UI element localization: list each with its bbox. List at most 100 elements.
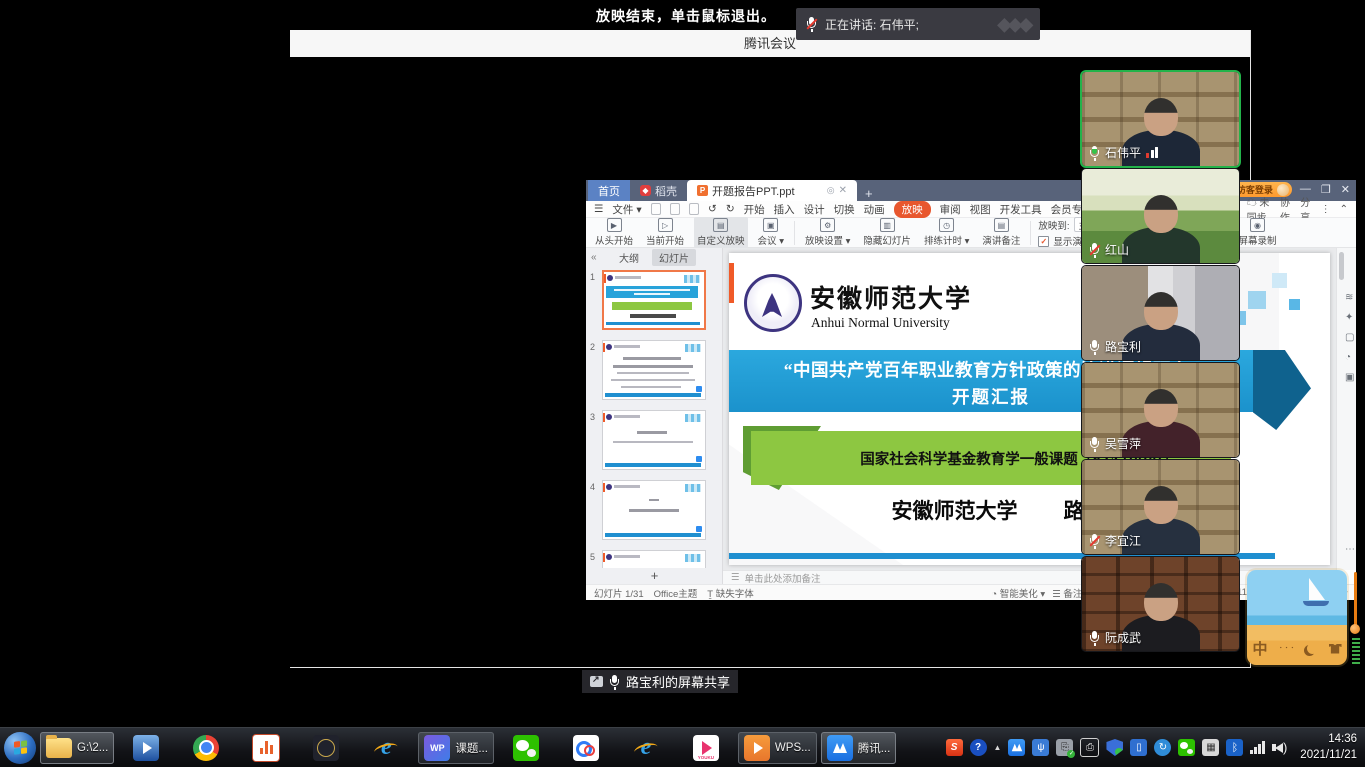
- redo-icon[interactable]: ↻: [726, 203, 735, 215]
- sync-tray-icon[interactable]: ↻: [1154, 739, 1171, 756]
- slide-number: 4: [590, 482, 595, 492]
- pin-icon[interactable]: ◎: [827, 185, 835, 196]
- taskbar-clock[interactable]: 14:36 2021/11/21: [1300, 732, 1357, 763]
- more-icon[interactable]: ⋮: [1321, 204, 1331, 215]
- wechat-tray-icon[interactable]: [1178, 739, 1195, 756]
- security-shield-icon[interactable]: [1106, 739, 1123, 756]
- rehearse-button[interactable]: ◷ 排练计时 ▾: [921, 217, 972, 248]
- tab-document[interactable]: P 开题报告PPT.ppt ◎ ✕: [687, 180, 857, 201]
- taskbar-wmp-button[interactable]: [118, 732, 174, 764]
- custom-show-button[interactable]: ▤ 自定义放映: [694, 217, 748, 248]
- taskbar-wechat-button[interactable]: [498, 732, 554, 764]
- taskbar-netdisk-button[interactable]: [558, 732, 614, 764]
- ime-skin-icon[interactable]: [1329, 644, 1342, 654]
- keyboard-layout-icon[interactable]: ▦: [1202, 739, 1219, 756]
- slide-thumbnail-4[interactable]: [602, 480, 706, 540]
- ime-slider[interactable]: [1352, 572, 1359, 664]
- new-tab-button[interactable]: +: [865, 186, 873, 201]
- hide-slide-button[interactable]: ▥ 隐藏幻灯片: [860, 217, 914, 248]
- taskbar-university-app-button[interactable]: [298, 732, 354, 764]
- participant-video[interactable]: 李宜江: [1082, 460, 1239, 554]
- media-player-icon: [133, 735, 159, 761]
- taskbar-meeting-button[interactable]: 腾讯...: [821, 732, 897, 764]
- menu-devtools[interactable]: 开发工具: [1000, 202, 1042, 217]
- bluetooth-icon[interactable]: ᛒ: [1226, 739, 1243, 756]
- theme-name[interactable]: Office主题: [654, 586, 698, 600]
- layout-icon[interactable]: ▢: [1345, 332, 1354, 343]
- sogou-tray-icon[interactable]: S: [946, 739, 963, 756]
- help-tray-icon[interactable]: ?: [970, 739, 987, 756]
- media-icon[interactable]: ▣: [1345, 372, 1354, 383]
- save-icon[interactable]: [651, 203, 661, 215]
- print-icon[interactable]: [689, 203, 699, 215]
- vertical-scrollbar[interactable]: [1339, 252, 1344, 280]
- add-slide-button[interactable]: +: [586, 568, 723, 584]
- safely-remove-icon[interactable]: ⎘✓: [1056, 739, 1073, 756]
- help-icon[interactable]: ◔: [1345, 352, 1351, 363]
- right-tool-rail: ≋ ✦ ▢ ◔ ▣ ⋯: [1336, 248, 1356, 570]
- presenter-view-checkbox[interactable]: ✓: [1038, 236, 1049, 247]
- usb-tray-icon[interactable]: ψ: [1032, 739, 1049, 756]
- menu-slideshow[interactable]: 放映: [894, 201, 931, 218]
- effects-icon[interactable]: ✦: [1345, 312, 1353, 323]
- taskbar-ie2-button[interactable]: e: [618, 732, 674, 764]
- show-hidden-icons-button[interactable]: ▲: [994, 743, 1002, 752]
- menu-insert[interactable]: 插入: [774, 202, 795, 217]
- play-from-current-button[interactable]: ▷ 当前开始: [643, 217, 687, 248]
- taskbar-powerpoint-button[interactable]: [238, 732, 294, 764]
- slide-thumbnail-2[interactable]: [602, 340, 706, 400]
- hamburger-icon[interactable]: ☰: [594, 203, 603, 215]
- taskbar-ie-button[interactable]: e: [358, 732, 414, 764]
- tab-slides[interactable]: 幻灯片: [652, 249, 696, 266]
- speaker-notes-button[interactable]: ▤ 演讲备注: [979, 217, 1023, 248]
- slide-thumbnail-3[interactable]: [602, 410, 706, 470]
- menu-design[interactable]: 设计: [804, 202, 825, 217]
- properties-icon[interactable]: ≋: [1345, 292, 1353, 303]
- participant-video[interactable]: 阮成武: [1082, 557, 1239, 651]
- participant-video[interactable]: 吴雪萍: [1082, 363, 1239, 457]
- close-tab-icon[interactable]: ✕: [839, 185, 847, 196]
- notes-bar[interactable]: ☰ 单击此处添加备注 ⋯: [723, 570, 1336, 584]
- menu-file[interactable]: 文件 ▾: [612, 202, 641, 217]
- more-tools-icon[interactable]: ⋯: [1345, 544, 1355, 555]
- ime-mode-indicator[interactable]: 中: [1252, 638, 1267, 659]
- menu-transition[interactable]: 切换: [834, 202, 855, 217]
- usb-drive-icon[interactable]: ▯: [1130, 739, 1147, 756]
- menu-review[interactable]: 审阅: [940, 202, 961, 217]
- tab-outline[interactable]: 大纲: [612, 249, 646, 266]
- menu-view[interactable]: 视图: [970, 202, 991, 217]
- start-button[interactable]: [4, 732, 36, 764]
- ime-widget[interactable]: 中 ᛫᛫᛫: [1247, 570, 1347, 665]
- moon-icon[interactable]: [1307, 643, 1318, 654]
- mic-muted-icon: [806, 17, 817, 31]
- meeting-tray-icon[interactable]: [1008, 739, 1025, 756]
- taskbar-wps-presentation-button[interactable]: WP 课题...: [418, 732, 494, 764]
- collapse-panel-icon[interactable]: «: [591, 252, 597, 263]
- device-tray-icon[interactable]: ⎙: [1080, 738, 1099, 757]
- missing-font-warning[interactable]: Ṯ 缺失字体: [707, 586, 753, 600]
- menu-animation[interactable]: 动画: [864, 202, 885, 217]
- participant-video[interactable]: 石伟平: [1082, 72, 1239, 166]
- meeting-button[interactable]: ▣ 会议 ▾: [755, 217, 787, 248]
- meeting-title-bar[interactable]: 腾讯会议: [290, 30, 1250, 57]
- taskbar-chrome-button[interactable]: [178, 732, 234, 764]
- slide-editor[interactable]: 安徽师范大学 Anhui Normal University “中国共产党百年职…: [729, 253, 1330, 565]
- volume-icon[interactable]: ): [1272, 740, 1287, 755]
- show-settings-button[interactable]: ⚙ 放映设置 ▾: [802, 217, 853, 248]
- participant-video[interactable]: 路宝利: [1082, 266, 1239, 360]
- slide-thumbnail-1[interactable]: [602, 270, 706, 330]
- taskbar-wps-button[interactable]: WPS...: [738, 732, 817, 764]
- taskbar-youku-button[interactable]: YOUKU: [678, 732, 734, 764]
- play-from-start-button[interactable]: ▶ 从头开始: [592, 217, 636, 248]
- tab-home[interactable]: 首页: [588, 180, 630, 201]
- participant-video[interactable]: 红山: [1082, 169, 1239, 263]
- tab-docer[interactable]: ◆ 稻壳: [630, 180, 687, 201]
- collapse-ribbon-icon[interactable]: ⌃: [1340, 204, 1348, 215]
- network-signal-icon[interactable]: [1250, 741, 1265, 754]
- menu-start[interactable]: 开始: [744, 202, 765, 217]
- beautify-button[interactable]: ◔ 智能美化 ▾: [991, 586, 1045, 600]
- screen-record-button[interactable]: ◉ 屏幕录制: [1236, 217, 1280, 248]
- taskbar-folder-button[interactable]: G:\2...: [40, 732, 114, 764]
- output-icon[interactable]: [670, 203, 680, 215]
- undo-icon[interactable]: ↺: [708, 203, 717, 215]
